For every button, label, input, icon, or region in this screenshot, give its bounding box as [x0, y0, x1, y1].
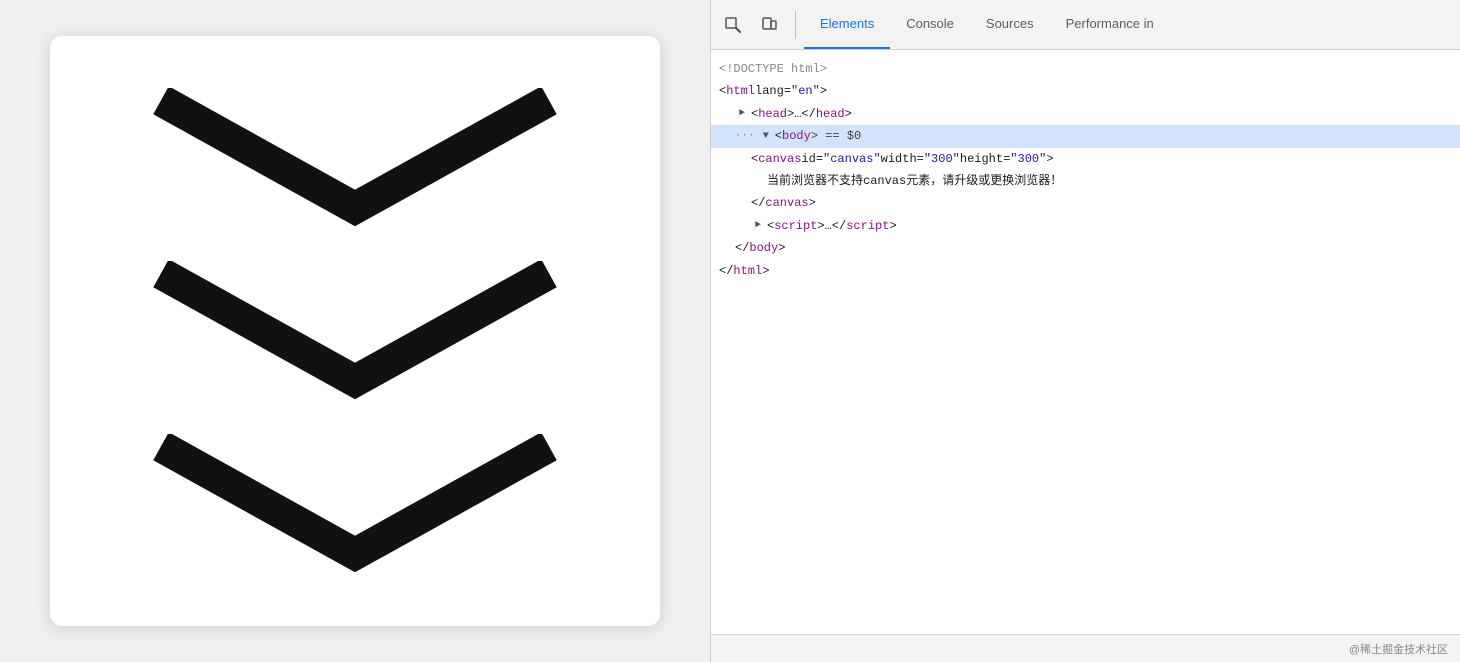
dom-text: "300" — [924, 149, 960, 169]
dom-text: > — [845, 104, 852, 124]
devtools-footer: @稀土掘金技术社区 — [711, 634, 1460, 662]
dom-text: head — [816, 104, 845, 124]
devtools-toolbar: Elements Console Sources Performance in — [711, 0, 1460, 50]
dom-text: > — [778, 238, 785, 258]
dom-text: < — [751, 104, 758, 124]
tab-elements[interactable]: Elements — [804, 0, 890, 49]
dom-text: 当前浏览器不支持canvas元素，请升级或更换浏览器！ — [767, 171, 1062, 191]
dom-line-7[interactable]: ► <script>…</script> — [711, 215, 1460, 237]
dom-text: </ — [735, 238, 749, 258]
watermark: @稀土掘金技术社区 — [1349, 641, 1448, 657]
dom-line-3[interactable]: ··· ▼ <body> == $0 — [711, 125, 1460, 147]
dom-text: <!DOCTYPE html> — [719, 59, 827, 79]
dom-text: lang= — [755, 81, 791, 101]
devtools-panel: Elements Console Sources Performance in … — [710, 0, 1460, 662]
dom-text: >…</ — [787, 104, 816, 124]
dom-line-9[interactable]: </html> — [711, 260, 1460, 282]
dom-text: html — [733, 261, 762, 281]
tab-console[interactable]: Console — [890, 0, 970, 49]
dom-text: canvas — [758, 149, 801, 169]
dom-text: > — [809, 193, 816, 213]
chevron-row-1 — [95, 88, 615, 228]
dom-text: "canvas" — [823, 149, 881, 169]
toggle-btn-2[interactable]: ► — [735, 107, 749, 121]
dom-text: canvas — [765, 193, 808, 213]
inspect-icon[interactable] — [719, 11, 747, 39]
dom-text: < — [775, 126, 782, 146]
dom-text: "en" — [791, 81, 820, 101]
ellipsis-btn-3[interactable]: ··· — [735, 127, 755, 146]
dom-line-6[interactable]: </canvas> — [711, 192, 1460, 214]
dom-text: > — [762, 261, 769, 281]
left-panel — [0, 0, 710, 662]
dom-text: width= — [881, 149, 924, 169]
chevron-icon-3 — [145, 434, 565, 574]
toggle-btn-7[interactable]: ► — [751, 219, 765, 233]
tab-sources[interactable]: Sources — [970, 0, 1050, 49]
dom-text: body — [782, 126, 811, 146]
dom-text: id= — [801, 149, 823, 169]
device-toolbar-icon[interactable] — [755, 11, 783, 39]
dom-text: >…</ — [817, 216, 846, 236]
dom-text: head — [758, 104, 787, 124]
dom-text: html — [726, 81, 755, 101]
dom-line-2[interactable]: ► <head>…</head> — [711, 103, 1460, 125]
canvas-drawing — [95, 71, 615, 591]
dom-line-5[interactable]: 当前浏览器不支持canvas元素，请升级或更换浏览器！ — [711, 170, 1460, 192]
dom-line-0[interactable]: <!DOCTYPE html> — [711, 58, 1460, 80]
chevron-row-2 — [95, 261, 615, 401]
dom-text: script — [774, 216, 817, 236]
dom-text: > — [820, 81, 827, 101]
canvas-card — [50, 36, 660, 626]
chevron-row-3 — [95, 434, 615, 574]
dom-text: height= — [960, 149, 1010, 169]
chevron-icon-2 — [145, 261, 565, 401]
dom-text: > == $0 — [811, 126, 861, 146]
dom-text: < — [767, 216, 774, 236]
dom-line-4[interactable]: <canvas id="canvas" width="300" height="… — [711, 148, 1460, 170]
toggle-btn-3[interactable]: ▼ — [759, 129, 773, 143]
dom-text: script — [846, 216, 889, 236]
dom-text: </ — [719, 261, 733, 281]
dom-text: </ — [751, 193, 765, 213]
dom-text: < — [751, 149, 758, 169]
chevron-icon-1 — [145, 88, 565, 228]
devtools-content[interactable]: <!DOCTYPE html><html lang="en">► <head>…… — [711, 50, 1460, 634]
devtools-tabs: Elements Console Sources Performance in — [804, 0, 1170, 49]
dom-tree: <!DOCTYPE html><html lang="en">► <head>…… — [711, 50, 1460, 290]
dom-line-8[interactable]: </body> — [711, 237, 1460, 259]
dom-text: body — [749, 238, 778, 258]
dom-text: > — [889, 216, 896, 236]
toolbar-icons — [719, 11, 796, 39]
tab-performance[interactable]: Performance in — [1050, 0, 1170, 49]
dom-text: < — [719, 81, 726, 101]
dom-text: > — [1046, 149, 1053, 169]
dom-text: "300" — [1010, 149, 1046, 169]
dom-line-1[interactable]: <html lang="en"> — [711, 80, 1460, 102]
